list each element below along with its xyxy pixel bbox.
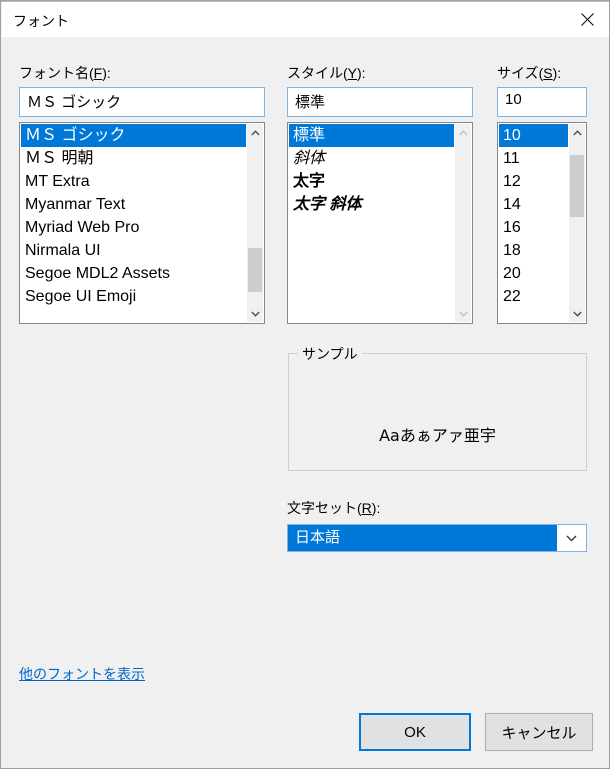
list-item[interactable]: Segoe MDL2 Assets	[21, 262, 249, 285]
font-name-label: フォント名(F):	[19, 65, 111, 81]
size-label: サイズ(S):	[497, 65, 562, 81]
list-item[interactable]: Myanmar Text	[21, 193, 249, 216]
charset-selected-value: 日本語	[288, 525, 557, 551]
list-item[interactable]: 太字	[289, 170, 457, 193]
size-scrollbar[interactable]	[568, 124, 585, 322]
style-list[interactable]: 標準 斜体 太字 太字 斜体	[287, 122, 473, 324]
list-item[interactable]: ＭＳ 明朝	[21, 147, 249, 170]
scroll-thumb[interactable]	[248, 248, 262, 292]
sample-groupbox: サンプル Aaあぁアァ亜宇	[288, 344, 587, 471]
style-input[interactable]: 標準	[287, 87, 473, 117]
sample-group-label: サンプル	[298, 344, 362, 364]
size-list[interactable]: 10 11 12 14 16 18 20 22	[497, 122, 587, 324]
list-item[interactable]: 14	[499, 193, 571, 216]
scroll-up-icon	[455, 124, 471, 141]
list-item[interactable]: 太字 斜体	[289, 193, 457, 216]
size-input[interactable]: 10	[497, 87, 587, 117]
list-item[interactable]: 18	[499, 239, 571, 262]
style-list-items: 標準 斜体 太字 太字 斜体	[289, 124, 457, 322]
sample-preview-text: Aaあぁアァ亜宇	[379, 426, 496, 445]
charset-combobox[interactable]: 日本語	[287, 524, 587, 552]
title-bar: フォント	[2, 2, 609, 37]
list-item[interactable]: 16	[499, 216, 571, 239]
list-item[interactable]: Nirmala UI	[21, 239, 249, 262]
font-dialog: フォント フォント名(F): ＭＳ ゴシック ＭＳ ゴシック ＭＳ 明朝 MT …	[0, 0, 610, 769]
list-item[interactable]: 10	[499, 124, 571, 147]
font-name-scrollbar[interactable]	[246, 124, 263, 322]
scroll-down-icon[interactable]	[247, 305, 263, 322]
scroll-thumb[interactable]	[570, 155, 584, 217]
list-item[interactable]: MT Extra	[21, 170, 249, 193]
chevron-down-icon[interactable]	[557, 525, 586, 551]
style-label: スタイル(Y):	[287, 65, 366, 81]
list-item[interactable]: Segoe UI Emoji	[21, 285, 249, 308]
scroll-down-icon[interactable]	[569, 305, 585, 322]
scroll-down-icon	[455, 305, 471, 322]
list-item[interactable]: 斜体	[289, 147, 457, 170]
font-name-list[interactable]: ＭＳ ゴシック ＭＳ 明朝 MT Extra Myanmar Text Myri…	[19, 122, 265, 324]
list-item[interactable]: ＭＳ ゴシック	[21, 124, 249, 147]
font-name-list-items: ＭＳ ゴシック ＭＳ 明朝 MT Extra Myanmar Text Myri…	[21, 124, 249, 322]
scroll-up-icon[interactable]	[569, 124, 585, 141]
list-item[interactable]: Myriad Web Pro	[21, 216, 249, 239]
list-item[interactable]: 22	[499, 285, 571, 308]
list-item[interactable]: 標準	[289, 124, 457, 147]
scroll-up-icon[interactable]	[247, 124, 263, 141]
list-item[interactable]: 20	[499, 262, 571, 285]
list-item[interactable]: 12	[499, 170, 571, 193]
size-list-items: 10 11 12 14 16 18 20 22	[499, 124, 571, 322]
style-scrollbar	[454, 124, 471, 322]
font-name-input[interactable]: ＭＳ ゴシック	[19, 87, 265, 117]
list-item[interactable]: 11	[499, 147, 571, 170]
close-icon[interactable]	[564, 2, 609, 37]
charset-label: 文字セット(R):	[287, 500, 381, 516]
cancel-button[interactable]: キャンセル	[485, 713, 593, 751]
window-title: フォント	[13, 13, 69, 29]
show-more-fonts-link[interactable]: 他のフォントを表示	[19, 664, 145, 684]
ok-button[interactable]: OK	[359, 713, 471, 751]
